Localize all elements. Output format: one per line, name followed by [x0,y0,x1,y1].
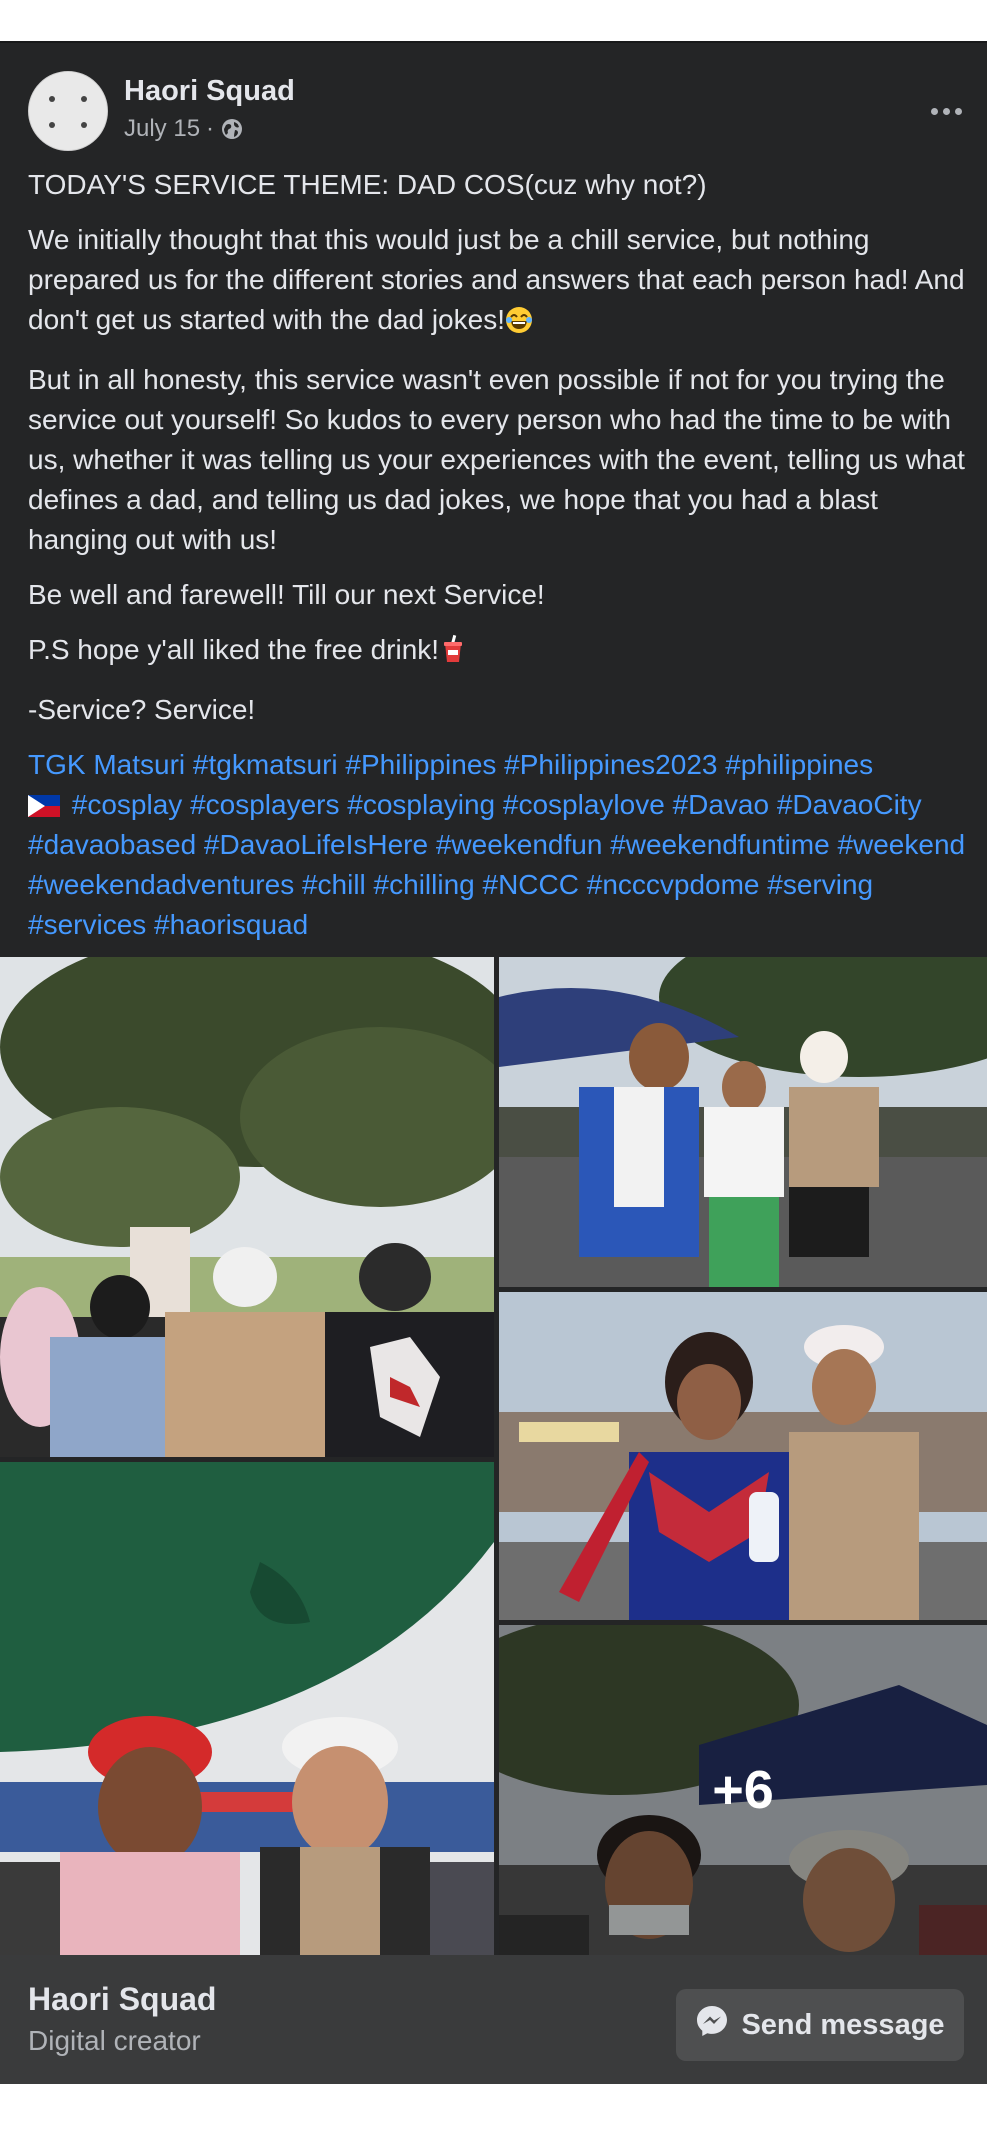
page-name[interactable]: Haori Squad [28,1981,216,2018]
send-message-button[interactable]: Send message [676,1989,964,2061]
post-paragraph: -Service? Service! [28,694,256,725]
meta-separator: · [206,115,215,142]
photo-2[interactable] [499,957,987,1287]
post-text: TODAY'S SERVICE THEME: DAD COS(cuz why n… [28,165,968,960]
avatar[interactable] [28,71,108,151]
more-photos-count[interactable]: +6 [499,1625,987,1955]
post-date[interactable]: July 15 [124,115,200,143]
page-category: Digital creator [28,2025,201,2056]
post-card: Haori Squad July 15 · TODAY'S SERVICE TH… [0,41,987,2086]
photo-grid: +6 [0,957,987,1955]
hashtags-line[interactable]: TGK Matsuri #tgkmatsuri #Philippines #Ph… [28,749,873,780]
philippines-flag-icon [28,795,60,817]
post-paragraph: But in all honesty, this service wasn't … [28,364,965,555]
post-paragraph: Be well and farewell! Till our next Serv… [28,579,545,610]
post-header: Haori Squad July 15 · [28,71,968,153]
post-meta: July 15 · [124,115,244,143]
hashtags-line[interactable]: #cosplay #cosplayers #cosplaying #cospla… [28,789,965,940]
globe-icon[interactable] [220,117,244,141]
hashtags[interactable]: TGK Matsuri #tgkmatsuri #Philippines #Ph… [28,745,968,945]
photo-4[interactable] [0,1462,494,1955]
page-background [0,2084,987,2141]
photo-5[interactable]: +6 [499,1625,987,1955]
photo-3[interactable] [499,1292,987,1620]
post-paragraph: P.S hope y'all liked the free drink! [28,630,968,675]
post-paragraph: TODAY'S SERVICE THEME: DAD COS(cuz why n… [28,169,707,200]
author-name[interactable]: Haori Squad [124,75,295,108]
post-paragraph: We initially thought that this would jus… [28,220,968,345]
laughing-emoji [505,305,533,345]
send-message-label: Send message [741,2008,945,2041]
photo-1[interactable] [0,957,494,1457]
more-options-icon[interactable] [924,89,968,133]
page-footer: Haori Squad Digital creator Send message [0,1955,987,2086]
messenger-icon [695,2004,729,2046]
cup-with-straw-emoji [439,634,467,675]
